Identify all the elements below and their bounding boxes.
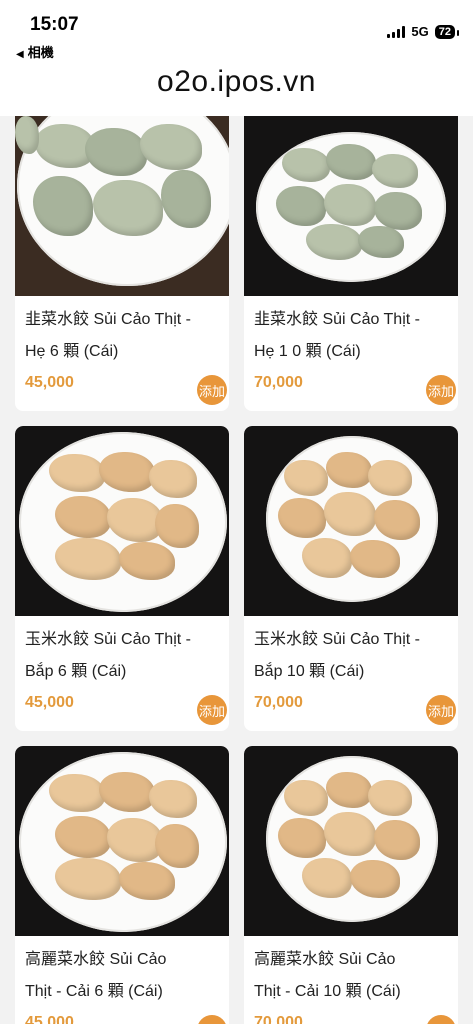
product-title-line2: Bắp 10 顆 (Cái) [254,663,365,680]
status-time: 15:07 [30,14,79,35]
product-image [244,426,458,616]
product-title-line2: Hẹ 1 0 顆 (Cái) [254,343,361,360]
product-title-line2: Thịt - Cải 6 顆 (Cái) [25,983,163,1000]
product-card[interactable]: 高麗菜水餃 Sủi Cảo Thịt - Cải 10 顆 (Cái) 70,0… [244,746,458,1024]
status-bar: 15:07 ◀ 相機 5G 72 [0,0,473,62]
product-image [15,116,229,296]
url-bar[interactable]: o2o.ipos.vn [0,62,473,116]
product-title-line2: Hẹ 6 顆 (Cái) [25,343,119,360]
product-title: 玉米水餃 Sủi Cảo Thịt - Bắp 10 顆 (Cái) [244,616,458,688]
product-title-line1: 高麗菜水餃 Sủi Cảo [254,951,396,968]
product-title-line1: 韭菜水餃 Sủi Cảo Thịt - [25,311,191,328]
add-to-cart-button[interactable]: 添加 [197,695,227,725]
product-title: 韭菜水餃 Sủi Cảo Thịt - Hẹ 6 顆 (Cái) [15,296,229,368]
product-title-line1: 韭菜水餃 Sủi Cảo Thịt - [254,311,420,328]
product-card[interactable]: 高麗菜水餃 Sủi Cảo Thịt - Cải 6 顆 (Cái) 45,00… [15,746,229,1024]
product-title-line2: Bắp 6 顆 (Cái) [25,663,127,680]
battery-icon: 72 [434,24,460,39]
product-image [244,746,458,936]
status-indicators: 5G 72 [387,24,460,39]
product-card[interactable]: 玉米水餃 Sủi Cảo Thịt - Bắp 6 顆 (Cái) 45,000… [15,426,229,731]
product-title-line1: 玉米水餃 Sủi Cảo Thịt - [254,631,420,648]
product-title: 玉米水餃 Sủi Cảo Thịt - Bắp 6 顆 (Cái) [15,616,229,688]
product-title: 韭菜水餃 Sủi Cảo Thịt - Hẹ 1 0 顆 (Cái) [244,296,458,368]
add-to-cart-button[interactable]: 添加 [426,375,456,405]
product-title-line2: Thịt - Cải 10 顆 (Cái) [254,983,401,1000]
product-price: 70,000 [254,1014,303,1024]
product-card[interactable]: 韭菜水餃 Sủi Cảo Thịt - Hẹ 1 0 顆 (Cái) 70,00… [244,116,458,411]
back-to-app-link[interactable]: ◀ 相機 [16,42,54,61]
add-to-cart-button[interactable]: 添加 [197,375,227,405]
product-card[interactable]: 玉米水餃 Sủi Cảo Thịt - Bắp 10 顆 (Cái) 70,00… [244,426,458,731]
url-text: o2o.ipos.vn [157,65,316,98]
product-title: 高麗菜水餃 Sủi Cảo Thịt - Cải 6 顆 (Cái) [15,936,229,1008]
product-image [15,426,229,616]
product-title-line1: 高麗菜水餃 Sủi Cảo [25,951,167,968]
back-triangle-icon: ◀ [16,49,24,60]
add-to-cart-button[interactable]: 添加 [426,695,456,725]
product-image [15,746,229,936]
signal-icon [387,25,406,38]
product-card[interactable]: 韭菜水餃 Sủi Cảo Thịt - Hẹ 6 顆 (Cái) 45,000 … [15,116,229,411]
back-app-label: 相機 [27,45,54,60]
product-price: 45,000 [25,1014,74,1024]
product-title-line1: 玉米水餃 Sủi Cảo Thịt - [25,631,191,648]
product-title: 高麗菜水餃 Sủi Cảo Thịt - Cải 10 顆 (Cái) [244,936,458,1008]
network-type: 5G [411,24,429,39]
product-grid: 韭菜水餃 Sủi Cảo Thịt - Hẹ 6 顆 (Cái) 45,000 … [0,116,473,1024]
product-image [244,116,458,296]
